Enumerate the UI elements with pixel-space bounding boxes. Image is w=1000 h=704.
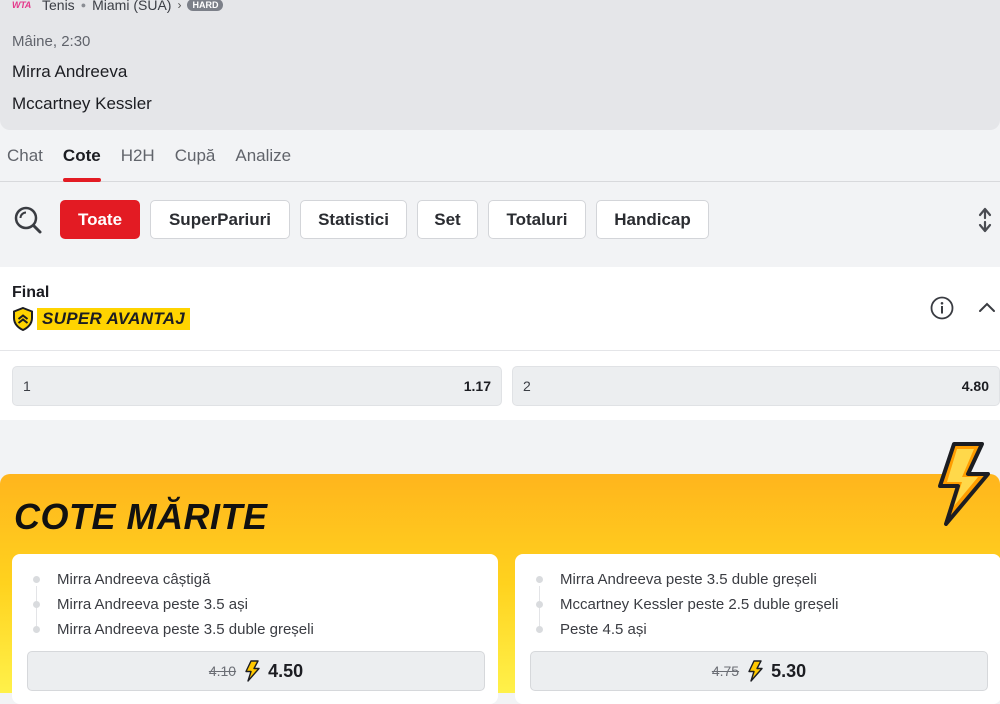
odd-button-1[interactable]: 1 1.17 bbox=[12, 366, 502, 406]
breadcrumb-sport[interactable]: Tenis bbox=[42, 0, 75, 13]
player-2-name: Mccartney Kessler bbox=[12, 94, 152, 113]
super-avantaj-badge: SUPER AVANTAJ bbox=[12, 307, 191, 331]
chevron-up-icon[interactable] bbox=[978, 300, 996, 314]
filter-toate[interactable]: Toate bbox=[60, 200, 140, 239]
bet-leg: Mirra Andreeva peste 3.5 duble greșeli bbox=[560, 571, 817, 588]
match-header: WTA Tenis ● Miami (SUA) › HARD Mâine, 2:… bbox=[0, 0, 1000, 130]
filter-set[interactable]: Set bbox=[417, 200, 478, 239]
lightning-icon bbox=[245, 660, 260, 682]
tab-chat[interactable]: Chat bbox=[7, 138, 43, 182]
super-avantaj-label: SUPER AVANTAJ bbox=[37, 308, 191, 330]
search-icon[interactable] bbox=[12, 204, 44, 236]
tab-cupa[interactable]: Cupă bbox=[175, 138, 216, 182]
market-final: Final SUPER AVANTAJ 1 1.17 2 4.80 bbox=[0, 267, 1000, 420]
leg-dot bbox=[33, 576, 40, 583]
boosted-card: Mirra Andreeva peste 3.5 duble greșeli M… bbox=[515, 554, 1000, 704]
bet-leg: Mirra Andreeva peste 3.5 duble greșeli bbox=[57, 621, 314, 638]
separator-dot: ● bbox=[80, 0, 87, 10]
outcome-label: 2 bbox=[523, 378, 531, 394]
leg-dot bbox=[536, 576, 543, 583]
leg-dot bbox=[33, 601, 40, 608]
outcome-odd: 4.80 bbox=[961, 378, 989, 394]
lightning-icon bbox=[938, 442, 990, 526]
old-odd: 4.10 bbox=[208, 663, 237, 679]
bet-leg: Mirra Andreeva peste 3.5 ași bbox=[57, 596, 248, 613]
filter-statistici[interactable]: Statistici bbox=[300, 200, 407, 239]
filter-totaluri[interactable]: Totaluri bbox=[488, 200, 586, 239]
bet-leg: Mirra Andreeva câștigă bbox=[57, 571, 211, 588]
surface-badge: HARD bbox=[187, 0, 224, 11]
breadcrumb[interactable]: WTA Tenis ● Miami (SUA) › HARD bbox=[12, 0, 224, 14]
old-odd: 4.75 bbox=[711, 663, 740, 679]
filter-bar: Toate SuperPariuri Statistici Set Totalu… bbox=[0, 199, 1000, 241]
boosted-card: Mirra Andreeva câștigă Mirra Andreeva pe… bbox=[12, 554, 498, 704]
wta-logo: WTA bbox=[12, 0, 31, 10]
tab-cote[interactable]: Cote bbox=[62, 138, 101, 182]
boosted-odds-section: COTE MĂRITE Mirra Andreeva câștigă Mirra… bbox=[0, 442, 1000, 704]
tab-h2h[interactable]: H2H bbox=[121, 138, 155, 182]
outcome-label: 1 bbox=[23, 378, 31, 394]
tab-bar: Chat Cote H2H Cupă Analize bbox=[0, 138, 1000, 182]
sort-icon[interactable] bbox=[976, 207, 994, 233]
chevron-right-icon: › bbox=[177, 0, 182, 12]
filter-superpariuri[interactable]: SuperPariuri bbox=[150, 200, 290, 239]
boosted-odd-button[interactable]: 4.75 5.30 bbox=[530, 651, 988, 691]
filter-handicap[interactable]: Handicap bbox=[596, 200, 709, 239]
shield-icon bbox=[13, 307, 33, 331]
outcome-odd: 1.17 bbox=[463, 378, 491, 394]
new-odd: 4.50 bbox=[268, 660, 304, 681]
tab-analize[interactable]: Analize bbox=[235, 138, 291, 182]
market-title: Final bbox=[12, 284, 50, 301]
bet-leg: Peste 4.5 ași bbox=[560, 621, 647, 638]
bet-leg: Mccartney Kessler peste 2.5 duble greșel… bbox=[560, 596, 839, 613]
breadcrumb-tournament[interactable]: Miami (SUA) bbox=[92, 0, 171, 13]
leg-dot bbox=[536, 601, 543, 608]
odd-button-2[interactable]: 2 4.80 bbox=[512, 366, 1000, 406]
lightning-icon bbox=[748, 660, 763, 682]
leg-dot bbox=[33, 626, 40, 633]
leg-dot bbox=[536, 626, 543, 633]
info-icon[interactable] bbox=[930, 296, 954, 320]
start-time: Mâine, 2:30 bbox=[12, 33, 91, 50]
divider bbox=[0, 350, 1000, 351]
boosted-title: COTE MĂRITE bbox=[14, 496, 268, 537]
boosted-odd-button[interactable]: 4.10 4.50 bbox=[27, 651, 485, 691]
new-odd: 5.30 bbox=[771, 660, 807, 681]
player-1-name: Mirra Andreeva bbox=[12, 62, 128, 81]
